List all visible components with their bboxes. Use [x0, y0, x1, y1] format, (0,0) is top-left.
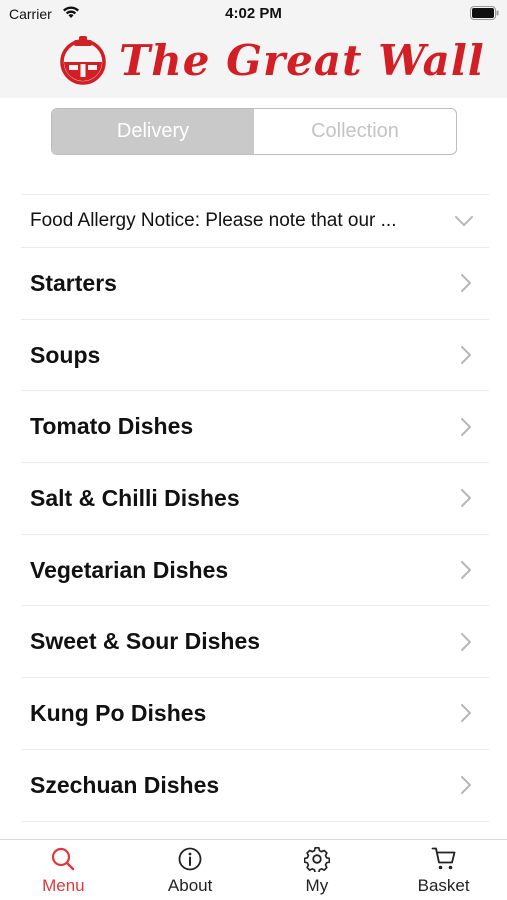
chevron-right-icon — [461, 704, 471, 723]
order-type-selector[interactable]: Delivery Collection — [51, 108, 457, 155]
chevron-right-icon — [461, 346, 471, 365]
logo-text: The Great Wall — [119, 36, 485, 85]
category-row-soups[interactable]: Soups — [21, 320, 489, 392]
category-row-salt-chilli-dishes[interactable]: Salt & Chilli Dishes — [21, 463, 489, 535]
chevron-right-icon — [461, 417, 471, 436]
category-row-tomato-dishes[interactable]: Tomato Dishes — [21, 391, 489, 464]
category-label: Sweet & Sour Dishes — [30, 628, 261, 655]
tab-menu-label: Menu — [42, 876, 85, 895]
chevron-right-icon — [461, 561, 471, 580]
chevron-right-icon — [461, 632, 471, 651]
category-label: Salt & Chilli Dishes — [30, 484, 240, 511]
tab-about-label: About — [167, 876, 213, 895]
logo-emblem-icon — [60, 36, 106, 85]
category-label: Starters — [30, 269, 117, 296]
chevron-right-icon — [461, 776, 471, 795]
tab-basket-label: Basket — [417, 876, 470, 895]
app-header: The Great Wall — [0, 26, 507, 98]
clock: 4:02 PM — [225, 5, 282, 22]
tab-basket[interactable]: Basket — [380, 840, 507, 900]
search-icon — [52, 847, 75, 871]
tab-my-label: My — [305, 876, 329, 895]
category-row-starters[interactable]: Starters — [21, 248, 489, 320]
tab-about[interactable]: About — [127, 840, 254, 900]
collection-segment[interactable]: Collection — [254, 109, 456, 154]
category-row-kung-po-dishes[interactable]: Kung Po Dishes — [21, 678, 489, 750]
category-row-szechuan-dishes[interactable]: Szechuan Dishes — [21, 750, 489, 822]
category-label: Vegetarian Dishes — [30, 556, 229, 583]
category-row-vegetarian-dishes[interactable]: Vegetarian Dishes — [21, 535, 489, 607]
tab-menu[interactable]: Menu — [0, 840, 127, 900]
bottom-tab-bar: Menu About My Basket — [0, 839, 507, 900]
chevron-down-icon — [455, 216, 473, 226]
allergy-notice-text: Food Allergy Notice: Please note that ou… — [30, 210, 397, 231]
category-label: Tomato Dishes — [30, 413, 194, 440]
battery-icon — [470, 6, 499, 20]
gear-icon — [303, 847, 330, 872]
menu-category-list: Food Allergy Notice: Please note that ou… — [21, 194, 489, 822]
category-label: Kung Po Dishes — [30, 699, 207, 726]
restaurant-logo: The Great Wall — [55, 32, 484, 92]
info-icon — [178, 847, 202, 871]
category-label: Soups — [30, 341, 101, 368]
allergy-notice-row[interactable]: Food Allergy Notice: Please note that ou… — [21, 194, 489, 248]
status-bar: Carrier 4:02 PM — [0, 0, 507, 26]
category-label: Szechuan Dishes — [30, 771, 220, 798]
cart-icon — [431, 847, 456, 870]
tab-my[interactable]: My — [254, 840, 381, 900]
chevron-right-icon — [461, 274, 471, 293]
category-row-sweet-sour-dishes[interactable]: Sweet & Sour Dishes — [21, 606, 489, 679]
delivery-segment[interactable]: Delivery — [52, 109, 254, 154]
chevron-right-icon — [461, 489, 471, 508]
